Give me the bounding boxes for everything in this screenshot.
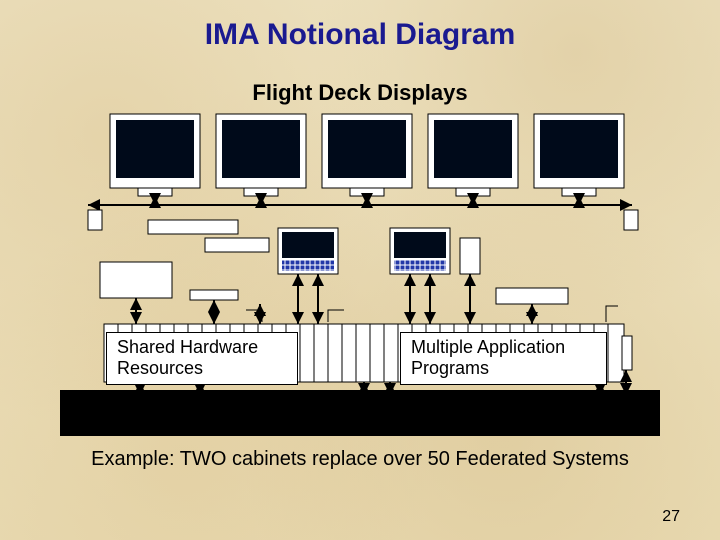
label-left-line1: Shared Hardware — [117, 337, 258, 357]
example-caption: Example: TWO cabinets replace over 50 Fe… — [40, 448, 680, 471]
label-right-line1: Multiple Application — [411, 337, 565, 357]
page-number: 27 — [662, 508, 680, 526]
display-2 — [216, 114, 306, 205]
edge-box-right — [624, 210, 638, 230]
display-5 — [534, 114, 624, 205]
label-right-line2: Programs — [411, 358, 489, 378]
mid-box-1 — [148, 220, 238, 234]
multiple-app-label: Multiple Application Programs — [400, 332, 607, 385]
label-left-line2: Resources — [117, 358, 203, 378]
display-1 — [110, 114, 200, 205]
bracket-m — [328, 310, 344, 322]
bus-band — [60, 390, 660, 436]
subtitle: Flight Deck Displays — [0, 80, 720, 106]
edge-box-left — [88, 210, 102, 230]
display-3 — [322, 114, 412, 205]
mid-box-2 — [205, 238, 269, 252]
keyboard-2 — [390, 228, 450, 274]
bracket-r — [606, 306, 618, 322]
keyboard-1 — [278, 228, 338, 274]
mid-box-5 — [460, 238, 480, 274]
shared-hardware-label: Shared Hardware Resources — [106, 332, 298, 385]
mid-box-6 — [496, 288, 568, 304]
mid-box-4 — [190, 290, 238, 300]
slide: IMA Notional Diagram Flight Deck Display… — [0, 0, 720, 540]
display-4 — [428, 114, 518, 205]
mid-box-3 — [100, 262, 172, 298]
page-title: IMA Notional Diagram — [0, 18, 720, 52]
